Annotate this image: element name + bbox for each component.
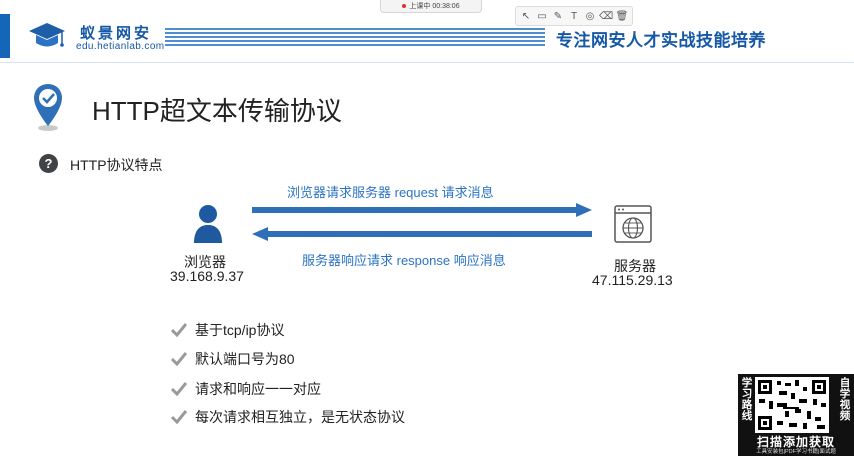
brand-name: 蚁景网安 — [80, 25, 153, 42]
trash-icon[interactable]: 🗑 — [615, 9, 629, 23]
slide-title: HTTP超文本传输协议 — [92, 96, 342, 126]
feature-text: 基于tcp/ip协议 — [195, 322, 285, 338]
text-icon[interactable]: T — [567, 9, 581, 23]
eraser-icon[interactable]: ⌫ — [599, 9, 613, 23]
feature-text: 默认端口号为80 — [195, 351, 295, 367]
recording-dot-icon — [402, 4, 407, 8]
annotation-toolbar: ↖ ▭ ✎ T ◎ ⌫ 🗑 — [515, 6, 633, 26]
share-status-text: 上课中 00:38:06 — [409, 3, 460, 10]
header-stripes — [165, 28, 545, 48]
qr-right-text: 自学视频 — [839, 377, 851, 422]
feature-item: 每次请求相互独立，是无状态协议 — [171, 407, 405, 427]
request-label: 浏览器请求服务器 request 请求消息 — [287, 185, 494, 200]
feature-item: 请求和响应一一对应 — [171, 379, 321, 399]
feature-item: 基于tcp/ip协议 — [171, 320, 284, 340]
feature-text: 请求和响应一一对应 — [195, 381, 321, 397]
section-subtitle: HTTP协议特点 — [70, 157, 163, 173]
rectangle-icon[interactable]: ▭ — [535, 9, 549, 23]
qr-code-icon — [755, 377, 829, 433]
question-icon: ? — [39, 154, 58, 173]
qr-left-text: 学习路线 — [741, 377, 753, 422]
feature-text: 每次请求相互独立，是无状态协议 — [195, 409, 405, 425]
feature-item: 默认端口号为80 — [171, 349, 295, 369]
checkmark-icon — [171, 352, 187, 366]
location-check-pin-icon — [34, 84, 62, 131]
brand-url: edu.hetianlab.com — [76, 41, 165, 52]
user-person-icon — [194, 205, 222, 243]
header-accent-strip — [0, 14, 10, 58]
web-browser-globe-icon — [614, 205, 652, 243]
request-arrow — [252, 203, 592, 217]
header-slogan: 专注网安人才实战技能培养 — [556, 31, 766, 50]
pointer-icon[interactable]: ↖ — [519, 9, 533, 23]
checkmark-icon — [171, 382, 187, 396]
checkmark-icon — [171, 323, 187, 337]
header-divider — [0, 62, 854, 63]
qr-code-panel[interactable]: 学习路线 自学视频 扫描添加获取 工具安装包|PDF学习书籍|面试题 — [738, 374, 854, 456]
graduation-cap-logo-icon — [29, 23, 65, 47]
checkmark-icon — [171, 410, 187, 424]
pen-icon[interactable]: ✎ — [551, 9, 565, 23]
screen-share-status[interactable]: 上课中 00:38:06 — [380, 0, 482, 13]
browser-ip: 39.168.9.37 — [170, 268, 244, 284]
stamp-icon[interactable]: ◎ — [583, 9, 597, 23]
qr-subcaption: 工具安装包|PDF学习书籍|面试题 — [756, 449, 836, 455]
server-ip: 47.115.29.13 — [592, 272, 673, 288]
response-label: 服务器响应请求 response 响应消息 — [302, 253, 506, 268]
response-arrow — [252, 227, 592, 241]
